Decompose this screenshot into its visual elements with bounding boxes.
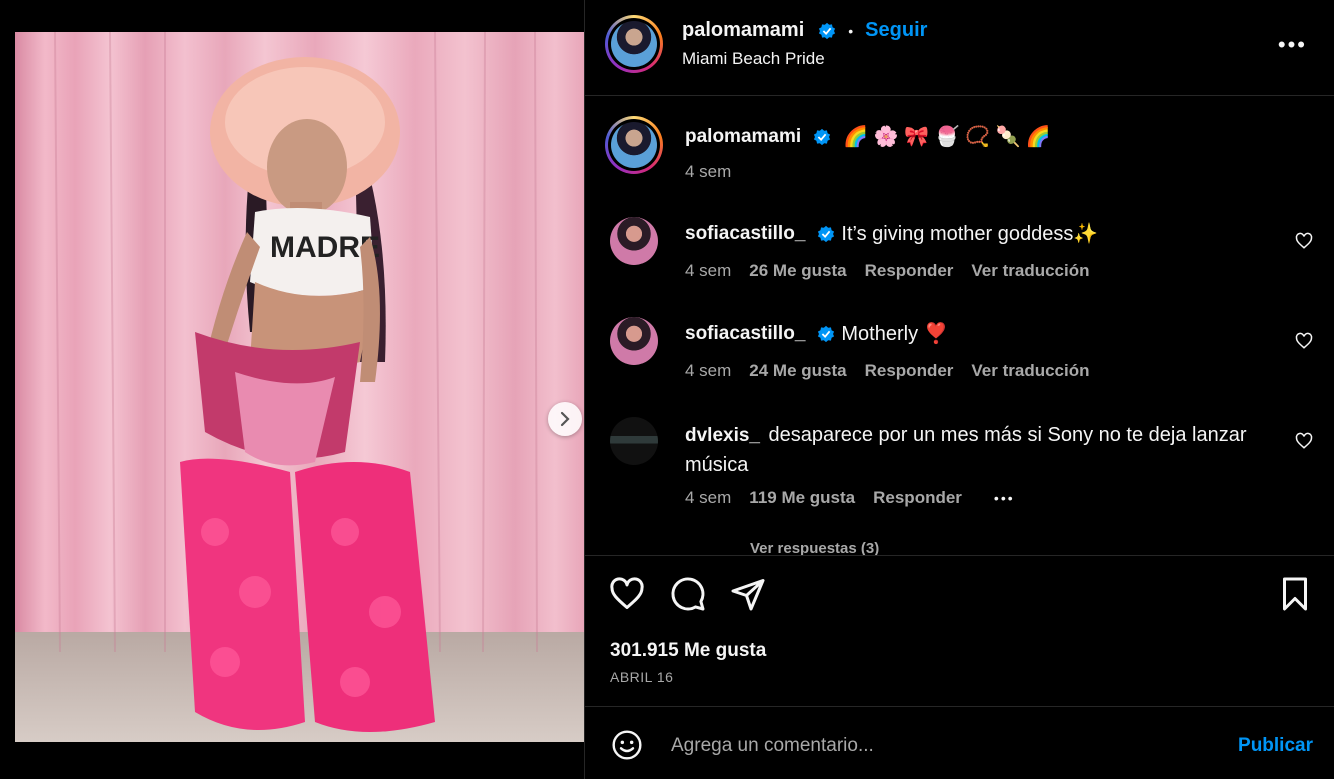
post-date[interactable]: ABRIL 16 [610,669,673,685]
comments-section[interactable]: palomamami 🌈 🌸 🎀 🍧 📿 🍡 🌈 4 sem sofiacast… [585,96,1334,556]
comment-time[interactable]: 4 sem [685,488,731,508]
more-options-icon[interactable]: ••• [1278,32,1307,58]
like-comment-heart-icon[interactable] [1295,332,1313,350]
share-send-icon[interactable] [730,576,766,612]
comment-time[interactable]: 4 sem [685,261,731,281]
comment-text: Motherly ❣️ [841,323,949,345]
translate-button[interactable]: Ver traducción [971,261,1089,281]
comment-meta: 4 sem 119 Me gusta Responder ••• [685,488,1015,508]
caption-time[interactable]: 4 sem [685,162,731,182]
comment-time[interactable]: 4 sem [685,361,731,381]
follow-button[interactable]: Seguir [865,19,927,42]
verified-badge-icon [819,22,836,39]
publish-button[interactable]: Publicar [1238,735,1313,757]
carousel-next-button[interactable] [548,402,582,436]
verified-badge-icon [818,225,835,242]
comment-avatar[interactable] [610,217,658,265]
comment-username[interactable]: sofiacastillo_ [685,223,805,245]
post-sidebar: palomamami • Seguir Miami Beach Pride ••… [584,0,1334,779]
comment-likes[interactable]: 26 Me gusta [749,261,846,281]
comment-text: desaparece por un mes más si Sony no te … [685,424,1247,476]
translate-button[interactable]: Ver traducción [971,361,1089,381]
comment-likes[interactable]: 119 Me gusta [749,488,855,508]
verified-badge-icon [818,325,835,342]
caption-meta: 4 sem [685,162,731,182]
comment-avatar[interactable] [610,417,658,465]
reply-button[interactable]: Responder [865,361,954,381]
header-separator: • [848,22,854,39]
reply-button[interactable]: Responder [865,261,954,281]
comment-row: dvlexis_ desaparece por un mes más si So… [685,421,1275,481]
comment-row: sofiacastillo_ It’s giving mother goddes… [685,221,1098,246]
comment-input[interactable] [669,725,1193,767]
author-username[interactable]: palomamami [682,19,804,42]
comment-avatar[interactable] [610,317,658,365]
bookmark-save-icon[interactable] [1277,576,1313,612]
comment-username[interactable]: dvlexis_ [685,425,760,446]
likes-count[interactable]: 301.915 Me gusta [610,640,766,662]
post-photo-figure: MADRE [54,32,538,732]
like-comment-heart-icon[interactable] [1295,432,1313,450]
comment-row: sofiacastillo_ Motherly ❣️ [685,321,949,346]
post-location[interactable]: Miami Beach Pride [682,49,825,69]
post-actions: 301.915 Me gusta ABRIL 16 [585,556,1334,707]
caption-username[interactable]: palomamami [685,126,801,148]
comment-bubble-icon[interactable] [670,576,706,612]
like-comment-heart-icon[interactable] [1295,232,1313,250]
post-image[interactable]: MADRE [15,32,584,742]
comment-composer: Publicar [585,707,1334,779]
comment-meta: 4 sem 26 Me gusta Responder Ver traducci… [685,261,1090,281]
like-heart-icon[interactable] [609,576,645,612]
reply-button[interactable]: Responder [873,488,962,508]
author-avatar[interactable] [605,15,663,73]
comment-more-icon[interactable]: ••• [994,490,1015,506]
caption-text: 🌈 🌸 🎀 🍧 📿 🍡 🌈 [843,126,1051,148]
comment-text: It’s giving mother goddess✨ [841,223,1099,245]
post-header: palomamami • Seguir Miami Beach Pride ••… [585,0,1334,96]
view-replies-button[interactable]: Ver respuestas (3) [750,540,879,555]
chevron-right-icon [560,411,570,427]
verified-badge-icon [814,128,831,145]
comment-likes[interactable]: 24 Me gusta [749,361,846,381]
emoji-icon[interactable] [611,729,643,761]
comment-username[interactable]: sofiacastillo_ [685,323,805,345]
comment-meta: 4 sem 24 Me gusta Responder Ver traducci… [685,361,1090,381]
caption-author-avatar[interactable] [605,116,663,174]
